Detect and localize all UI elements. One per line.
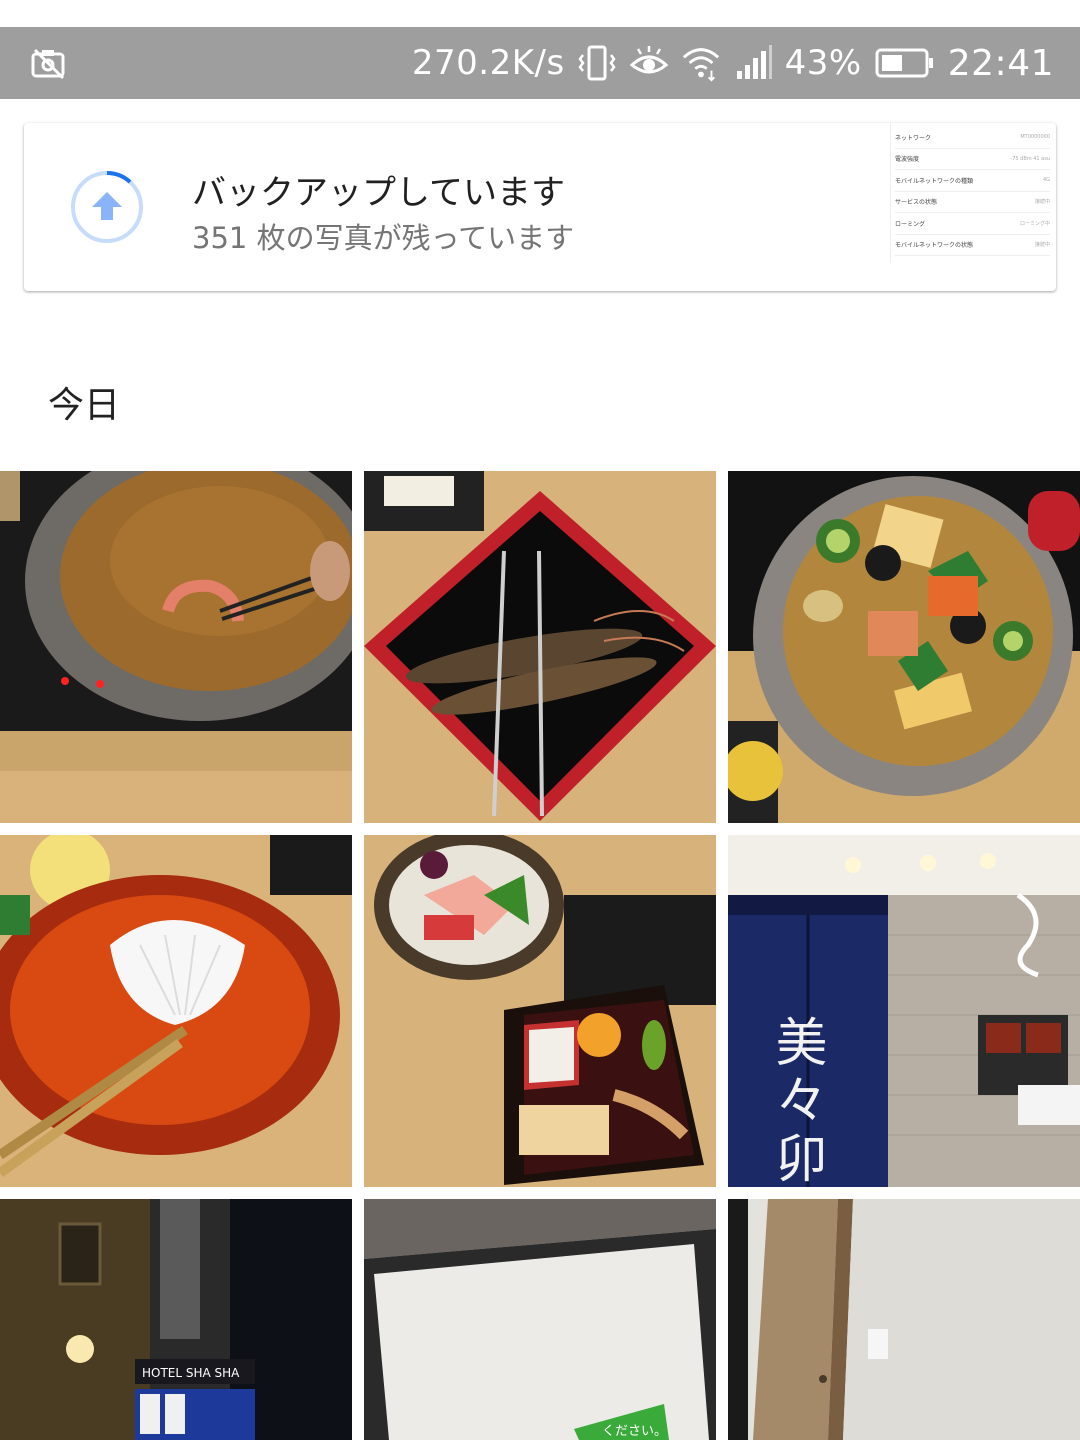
photo-screen-notice: ください。 <box>364 1199 716 1440</box>
thumbnail-row-label: 電波強度 <box>895 156 920 164</box>
photo-thumbnail[interactable] <box>0 835 352 1187</box>
photo-thumbnail[interactable]: 美々卯 <box>728 835 1080 1187</box>
thumbnail-row-label: モバイルネットワークの種類 <box>895 177 974 185</box>
thumbnail-row-label: サービスの状態 <box>895 199 938 207</box>
battery-icon <box>874 43 936 83</box>
photo-restaurant-entrance: 美々卯 <box>728 835 1080 1187</box>
thumbnail-row: 電波強度 -75 dBm 41 asu <box>895 149 1050 170</box>
thumbnail-row: ネットワーク MT0000000 <box>895 127 1050 149</box>
photo-thumbnail[interactable]: ください。 <box>364 1199 716 1440</box>
shop-sign-text: 美々卯 <box>766 1015 826 1187</box>
battery-percent: 43% <box>784 43 862 83</box>
thumbnail-row-value: 4G <box>1042 177 1050 184</box>
thumbnail-row: ローミング ローミング中 <box>895 213 1050 235</box>
backup-progress-card[interactable]: バックアップしています 351 枚の写真が残っています ネットワーク MT000… <box>24 123 1056 291</box>
photo-thumbnail[interactable] <box>728 1199 1080 1440</box>
signal-icon <box>733 43 773 83</box>
date-section-header: 今日 <box>48 385 121 426</box>
photo-thumbnail[interactable]: HOTEL SHA SHA <box>0 1199 352 1440</box>
network-speed: 270.2K/s <box>411 43 565 83</box>
wifi-icon <box>681 43 721 83</box>
hotel-sign-text: HOTEL SHA SHA <box>142 1366 240 1380</box>
photo-thumbnail[interactable] <box>0 471 352 823</box>
notice-text: ください。 <box>602 1424 667 1439</box>
thumbnail-row: サービスの状態 接続中 <box>895 192 1050 213</box>
photo-room-door <box>728 1199 1080 1440</box>
thumbnail-row: モバイルネットワークの種類 4G <box>895 170 1050 192</box>
thumbnail-row: モバイルネットワークの状態 接続中 <box>895 235 1050 256</box>
eye-comfort-icon <box>629 43 669 83</box>
photo-sashimi-bento <box>364 835 716 1187</box>
thumbnail-row-value: ローミング中 <box>1019 220 1050 227</box>
thumbnail-row-value: 接続中 <box>1034 242 1050 249</box>
thumbnail-row-label: ネットワーク <box>895 134 932 142</box>
photo-thumbnail[interactable] <box>364 835 716 1187</box>
status-bar: 270.2K/s 43% 22:41 <box>0 27 1080 99</box>
photo-shrimp-hotpot <box>0 471 352 823</box>
photo-hotel-night: HOTEL SHA SHA <box>0 1199 352 1440</box>
photo-prawns <box>364 471 716 823</box>
camera-off-icon <box>28 43 68 83</box>
top-spacer <box>0 0 1080 27</box>
clock: 22:41 <box>947 42 1054 84</box>
thumbnail-row-value: MT0000000 <box>1020 134 1050 141</box>
photo-red-bowl <box>0 835 352 1187</box>
photo-thumbnail[interactable] <box>364 471 716 823</box>
backup-thumbnail: ネットワーク MT0000000 電波強度 -75 dBm 41 asu モバイ… <box>890 123 1056 263</box>
photo-thumbnail[interactable] <box>728 471 1080 823</box>
thumbnail-row-value: -75 dBm 41 asu <box>1010 155 1050 162</box>
thumbnail-row-value: 接続中 <box>1034 199 1050 206</box>
backup-subtitle: 351 枚の写真が残っています <box>192 221 575 255</box>
photo-vegetable-hotpot <box>728 471 1080 823</box>
thumbnail-row-label: ローミング <box>895 220 926 228</box>
backup-title: バックアップしています <box>192 173 565 213</box>
vibrate-icon <box>577 43 617 83</box>
upload-progress-icon <box>70 170 144 244</box>
thumbnail-row-label: モバイルネットワークの状態 <box>895 242 974 250</box>
photo-grid: 美々卯 HOTEL SHA SHA ください。 <box>0 471 1080 1440</box>
